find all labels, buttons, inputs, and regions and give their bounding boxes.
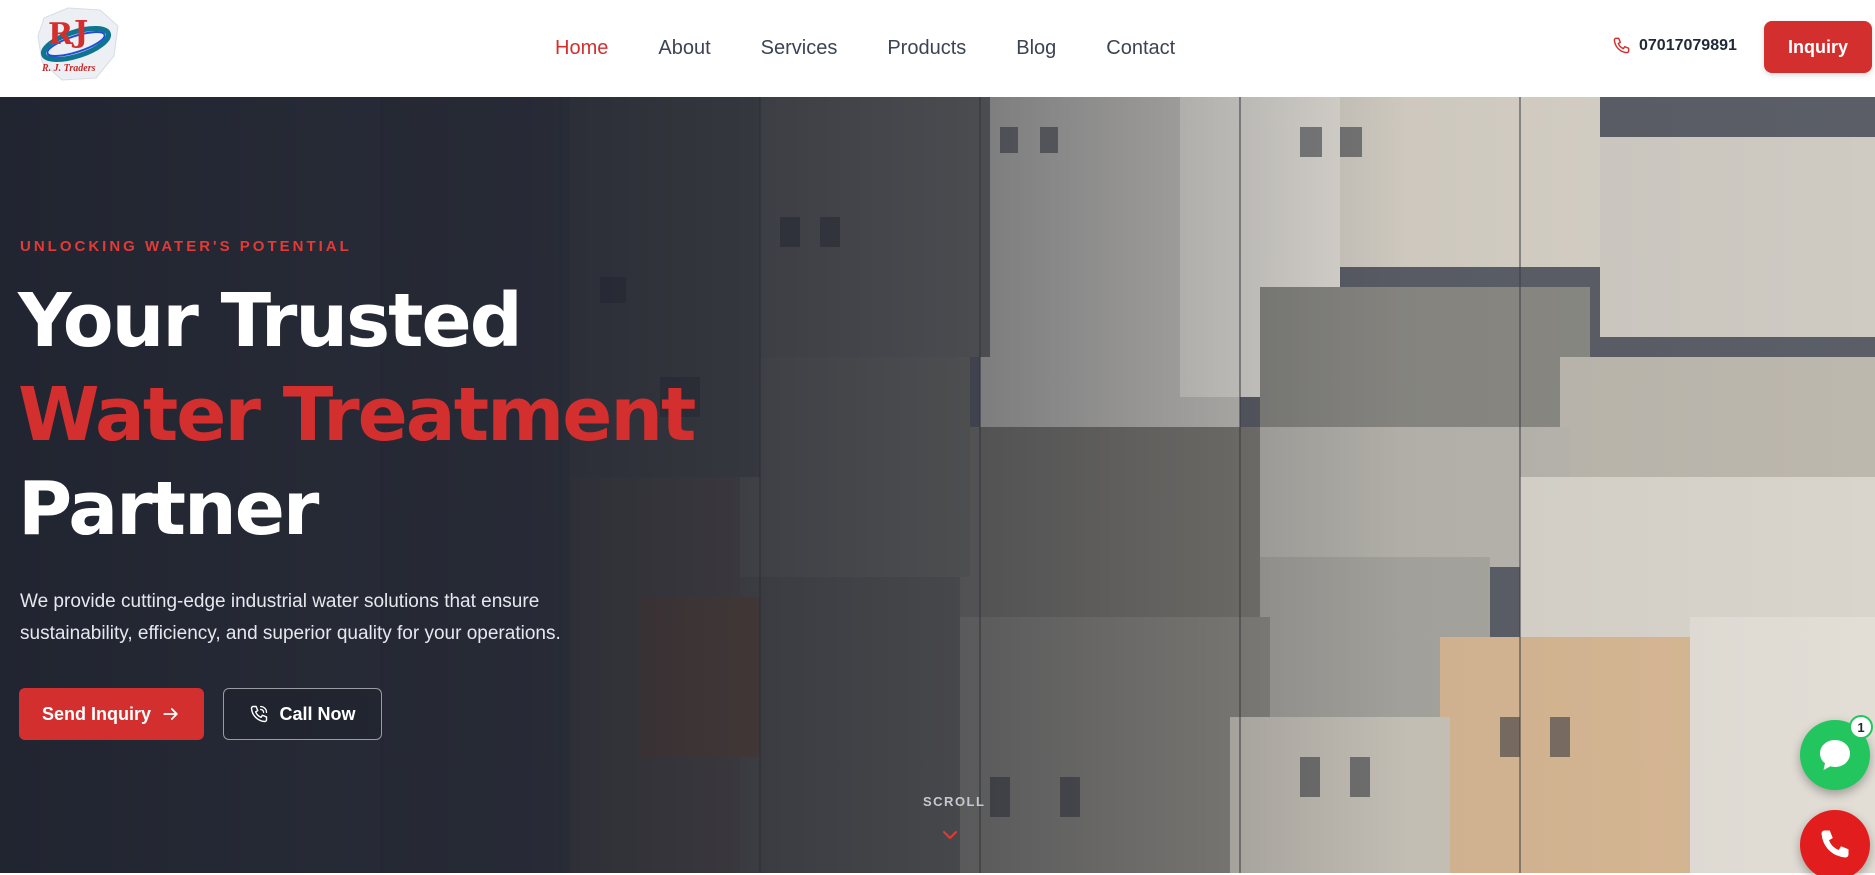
- arrow-right-icon: [163, 708, 178, 720]
- svg-text:R: R: [48, 17, 74, 52]
- hero-eyebrow: UNLOCKING WATER'S POTENTIAL: [20, 238, 352, 255]
- chat-bubble-icon: [1820, 740, 1850, 770]
- logo-text: R. J. Traders: [42, 63, 96, 74]
- nav-blog[interactable]: Blog: [1016, 37, 1056, 60]
- main-nav: Home About Services Products Blog Contac…: [555, 0, 1175, 97]
- phone-icon: [1613, 37, 1630, 54]
- hero-heading-line-1: Your Trusted: [18, 278, 523, 364]
- site-header: R J R. J. Traders Home About Services Pr…: [0, 0, 1875, 97]
- nav-services[interactable]: Services: [761, 37, 838, 60]
- notification-badge: 1: [1849, 715, 1873, 739]
- phone-number: 07017079891: [1639, 36, 1737, 54]
- svg-text:J: J: [71, 15, 88, 50]
- nav-contact[interactable]: Contact: [1106, 37, 1175, 60]
- send-inquiry-label: Send Inquiry: [41, 703, 151, 724]
- phone-call-icon: [251, 705, 268, 723]
- header-phone-link[interactable]: 07017079891: [1612, 36, 1737, 55]
- nav-home[interactable]: Home: [555, 37, 608, 60]
- nav-about[interactable]: About: [658, 37, 710, 60]
- hero-heading-line-2: Water Treatment: [18, 372, 696, 458]
- hero-heading-line-3: Partner: [18, 466, 319, 552]
- phone-icon: [1821, 830, 1849, 858]
- logo[interactable]: R J R. J. Traders: [34, 4, 122, 84]
- call-now-label: Call Now: [279, 703, 356, 724]
- hero-description: We provide cutting-edge industrial water…: [20, 591, 561, 644]
- floating-call-button[interactable]: [1800, 810, 1870, 875]
- nav-products[interactable]: Products: [887, 37, 966, 60]
- inquiry-button[interactable]: Inquiry: [1764, 21, 1872, 73]
- call-now-button[interactable]: Call Now: [223, 688, 382, 740]
- scroll-label: SCROLL: [923, 794, 986, 809]
- send-inquiry-button[interactable]: Send Inquiry: [19, 688, 204, 740]
- chevron-down-icon[interactable]: [941, 828, 959, 842]
